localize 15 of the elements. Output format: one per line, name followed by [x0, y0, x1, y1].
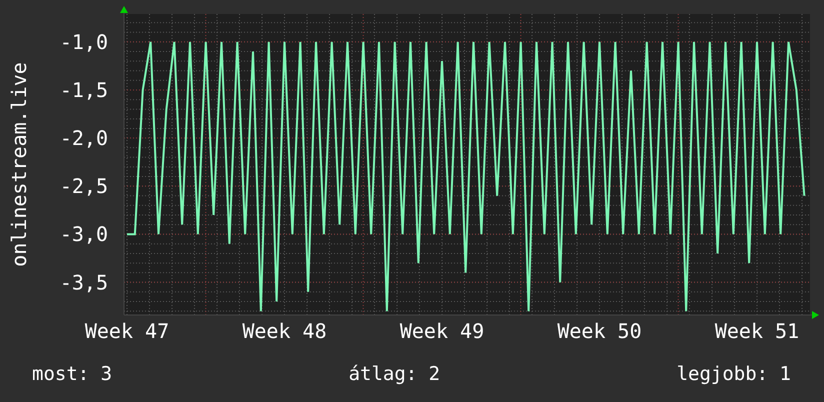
y-tick-label: -1,5 [60, 78, 108, 102]
y-axis-title: onlinestream.live [7, 62, 31, 267]
y-tick-label: -1,0 [60, 30, 108, 54]
x-tick-label: Week 48 [242, 319, 327, 343]
y-tick-label: -3,5 [60, 270, 108, 294]
y-tick-label: -3,0 [60, 222, 108, 246]
legend-stat: átlag: 2 [348, 362, 440, 387]
legend-stat: legjobb: 1 [676, 362, 791, 387]
y-tick-label: -2,0 [60, 126, 108, 150]
legend-stat: most: 3 [32, 362, 112, 387]
x-tick-label: Week 51 [714, 319, 800, 343]
x-tick-label: Week 49 [400, 319, 484, 343]
y-tick-label: -2,5 [60, 174, 108, 198]
x-tick-label: Week 47 [84, 319, 170, 343]
x-tick-label: Week 50 [557, 319, 642, 343]
